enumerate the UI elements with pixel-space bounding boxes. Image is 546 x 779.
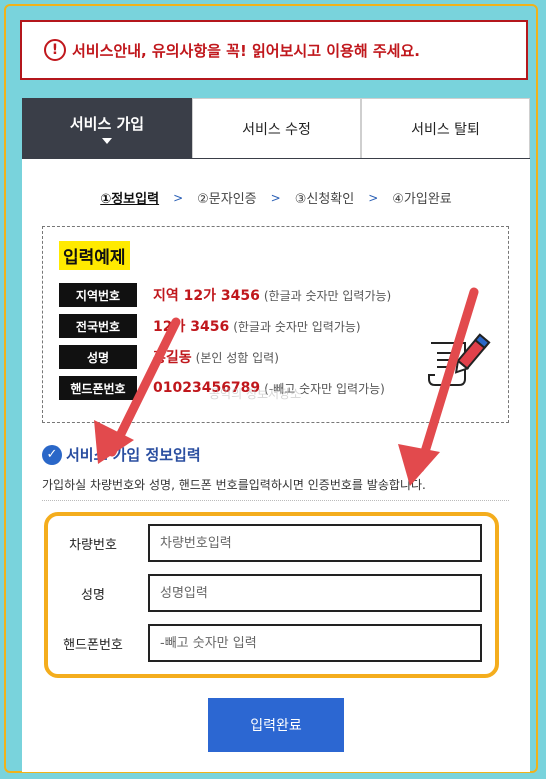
example-value: 12가 3456 <box>153 319 230 335</box>
tab-label: 서비스 가입 <box>69 114 145 133</box>
chevron-right-icon: > <box>270 190 281 205</box>
document-pencil-icon <box>428 333 491 386</box>
phone-label: 핸드폰번호 <box>63 637 123 653</box>
submit-button[interactable]: 입력완료 <box>208 698 344 752</box>
example-note: (한글과 숫자만 입력가능) <box>233 319 361 334</box>
vehicle-number-label: 차량번호 <box>69 537 117 553</box>
section-heading: ✓ 서비스 가입 정보입력 <box>42 444 201 465</box>
example-label: 핸드폰번호 <box>59 376 137 400</box>
vehicle-number-input[interactable] <box>148 524 482 562</box>
tab-label: 서비스 탈퇴 <box>411 121 480 138</box>
tab-service-edit[interactable]: 서비스 수정 <box>192 98 361 158</box>
example-row: 전국번호 12가 3456 (한글과 숫자만 입력가능) <box>59 314 361 338</box>
example-note: (본인 성함 입력) <box>195 350 279 365</box>
example-row: 성명 홍길동 (본인 성함 입력) <box>59 345 279 369</box>
example-value: 지역 12가 3456 <box>153 288 260 304</box>
form-row-phone: 핸드폰번호 <box>48 624 482 662</box>
form-row-vehicle: 차량번호 <box>48 524 482 562</box>
example-note: (한글과 숫자만 입력가능) <box>263 288 392 303</box>
check-circle-icon: ✓ <box>42 444 62 465</box>
step-sms-auth: ②문자인증 <box>197 192 257 207</box>
step-indicator: ①정보입력 > ②문자인증 > ③신청확인 > ④가입완료 <box>22 188 530 208</box>
example-label: 전국번호 <box>59 314 137 338</box>
step-info-input: ①정보입력 <box>100 192 160 207</box>
signup-form: 차량번호 성명 핸드폰번호 <box>44 512 499 678</box>
input-example-box: 입력예제 지역번호 지역 12가 3456 (한글과 숫자만 입력가능) 전국번… <box>42 226 509 423</box>
example-label: 지역번호 <box>59 283 137 307</box>
tab-label: 서비스 수정 <box>242 121 311 138</box>
step-confirm: ③신청확인 <box>294 192 355 207</box>
name-input[interactable] <box>148 574 482 612</box>
name-label: 성명 <box>81 587 105 603</box>
exclamation-circle-icon: ! <box>44 39 66 61</box>
step-complete: ④가입완료 <box>392 192 452 207</box>
tab-bar: 서비스 가입 서비스 수정 서비스 탈퇴 <box>22 98 530 159</box>
caret-down-icon <box>102 138 112 144</box>
notice-text: 서비스안내, 유의사항을 꼭! 읽어보시고 이용해 주세요. <box>72 41 420 60</box>
chevron-right-icon: > <box>173 190 184 205</box>
example-title: 입력예제 <box>59 241 130 270</box>
watermark: 공익의 정보저장소 <box>209 387 302 401</box>
divider <box>42 500 509 501</box>
phone-input[interactable] <box>148 624 482 662</box>
example-label: 성명 <box>59 345 137 369</box>
chevron-right-icon: > <box>368 190 379 205</box>
example-row: 지역번호 지역 12가 3456 (한글과 숫자만 입력가능) <box>59 283 391 307</box>
tab-service-cancel[interactable]: 서비스 탈퇴 <box>361 98 530 158</box>
tab-service-join[interactable]: 서비스 가입 <box>22 98 192 158</box>
example-value: 홍길동 <box>153 350 192 366</box>
notice-banner: ! 서비스안내, 유의사항을 꼭! 읽어보시고 이용해 주세요. <box>20 20 528 80</box>
form-row-name: 성명 <box>48 574 482 612</box>
section-description: 가입하실 차량번호와 성명, 핸드폰 번호를입력하시면 인증번호를 발송합니다. <box>42 478 426 492</box>
service-panel: 서비스 가입 서비스 수정 서비스 탈퇴 ①정보입력 > ②문자인증 > ③신청… <box>22 98 530 772</box>
section-title: 서비스 가입 정보입력 <box>66 446 201 464</box>
